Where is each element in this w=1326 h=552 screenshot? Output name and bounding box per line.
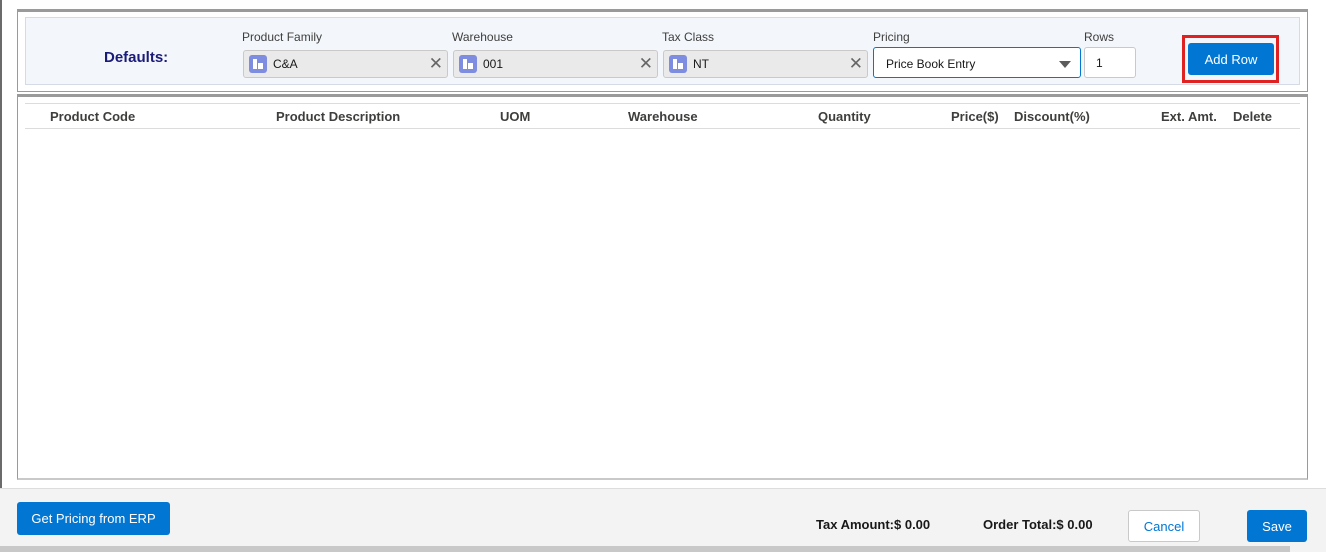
- tax-class-pill[interactable]: NT ✕: [663, 50, 868, 78]
- col-product-description: Product Description: [276, 109, 401, 124]
- warehouse-label: Warehouse: [452, 30, 513, 44]
- product-family-clear-icon[interactable]: ✕: [429, 54, 443, 74]
- warehouse-clear-icon[interactable]: ✕: [639, 54, 653, 74]
- col-delete: Delete: [1233, 109, 1273, 124]
- tax-amount: Tax Amount:$ 0.00: [816, 517, 931, 532]
- col-discount: Discount(%): [1014, 109, 1090, 124]
- cancel-button[interactable]: Cancel: [1128, 510, 1200, 542]
- warehouse-value: 001: [483, 57, 504, 71]
- pricing-value: Price Book Entry: [886, 57, 976, 71]
- product-table-frame: [17, 94, 1308, 480]
- col-warehouse: Warehouse: [628, 109, 698, 124]
- rows-input[interactable]: [1084, 47, 1136, 78]
- tax-class-value: NT: [693, 57, 709, 71]
- tax-class-label: Tax Class: [662, 30, 715, 44]
- col-ext-amt: Ext. Amt.: [1161, 109, 1217, 124]
- order-total: Order Total:$ 0.00: [983, 517, 1093, 532]
- rows-label: Rows: [1084, 30, 1115, 44]
- record-lookup-icon: [669, 55, 687, 73]
- page-left-edge: [0, 0, 2, 490]
- record-lookup-icon: [249, 55, 267, 73]
- chevron-down-icon: [1059, 61, 1071, 68]
- product-family-value: C&A: [273, 57, 298, 71]
- footer-bottom-edge: [0, 546, 1290, 552]
- tax-class-clear-icon[interactable]: ✕: [849, 54, 863, 74]
- save-button[interactable]: Save: [1247, 510, 1307, 542]
- record-lookup-icon: [459, 55, 477, 73]
- add-row-button[interactable]: Add Row: [1188, 43, 1274, 75]
- col-uom: UOM: [500, 109, 531, 124]
- defaults-label: Defaults:: [104, 49, 169, 66]
- product-family-pill[interactable]: C&A ✕: [243, 50, 448, 78]
- get-pricing-erp-button[interactable]: Get Pricing from ERP: [17, 502, 170, 535]
- pricing-select[interactable]: Price Book Entry: [873, 47, 1081, 78]
- col-quantity: Quantity: [818, 109, 871, 124]
- product-family-label: Product Family: [242, 30, 323, 44]
- col-product-code: Product Code: [50, 109, 136, 124]
- warehouse-pill[interactable]: 001 ✕: [453, 50, 658, 78]
- col-price: Price($): [951, 109, 999, 124]
- pricing-label: Pricing: [873, 30, 910, 44]
